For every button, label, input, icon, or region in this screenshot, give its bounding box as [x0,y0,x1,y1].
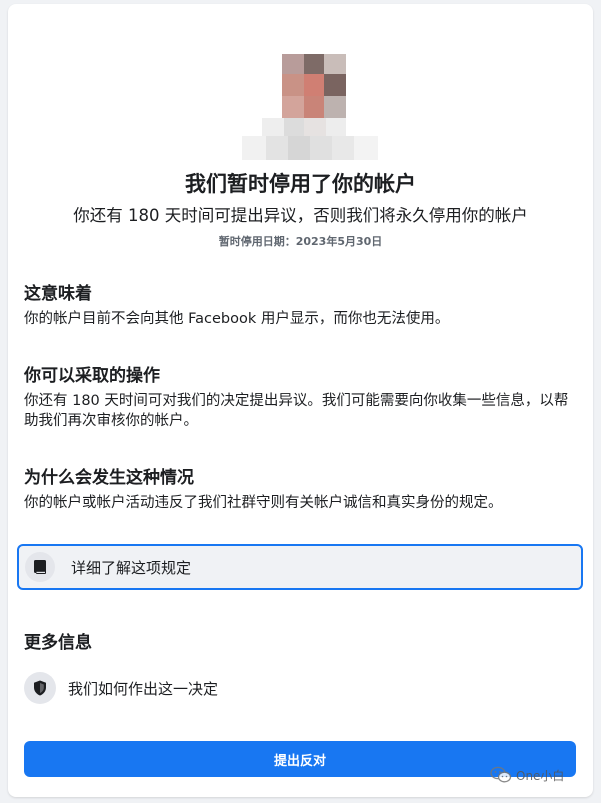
wechat-icon [490,766,512,783]
why-text: 你的帐户或帐户活动违反了我们社群守则有关帐户诚信和真实身份的规定。 [24,495,503,511]
watermark-text: One小白 [516,768,565,783]
learn-more-label: 详细了解这项规定 [71,558,192,577]
why-heading: 为什么会发生这种情况 [24,468,194,488]
page-title: 我们暂时停用了你的帐户 [185,172,416,196]
disabled-account-card: 我们暂时停用了你的帐户 你还有 180 天时间可提出异议，否则我们将永久停用你的… [8,4,593,797]
meaning-text: 你的帐户目前不会向其他 Facebook 用户显示，而你也无法使用。 [24,311,450,327]
book-icon [25,552,55,582]
disabled-date: 暂时停用日期：2023年5月30日 [218,235,383,248]
watermark: One小白 [490,766,564,784]
learn-more-button[interactable]: 详细了解这项规定 [17,544,583,590]
actions-heading: 你可以采取的操作 [24,366,160,386]
shield-icon [24,672,56,704]
more-info-heading: 更多信息 [24,633,92,653]
page-subtitle: 你还有 180 天时间可提出异议，否则我们将永久停用你的帐户 [73,206,528,225]
avatar [242,54,382,164]
how-decided-label: 我们如何作出这一决定 [68,679,219,698]
how-decided-link[interactable]: 我们如何作出这一决定 [24,671,324,705]
meaning-heading: 这意味着 [24,284,92,304]
actions-text: 你还有 180 天时间可对我们的决定提出异议。我们可能需要向你收集一些信息，以帮… [24,393,569,429]
